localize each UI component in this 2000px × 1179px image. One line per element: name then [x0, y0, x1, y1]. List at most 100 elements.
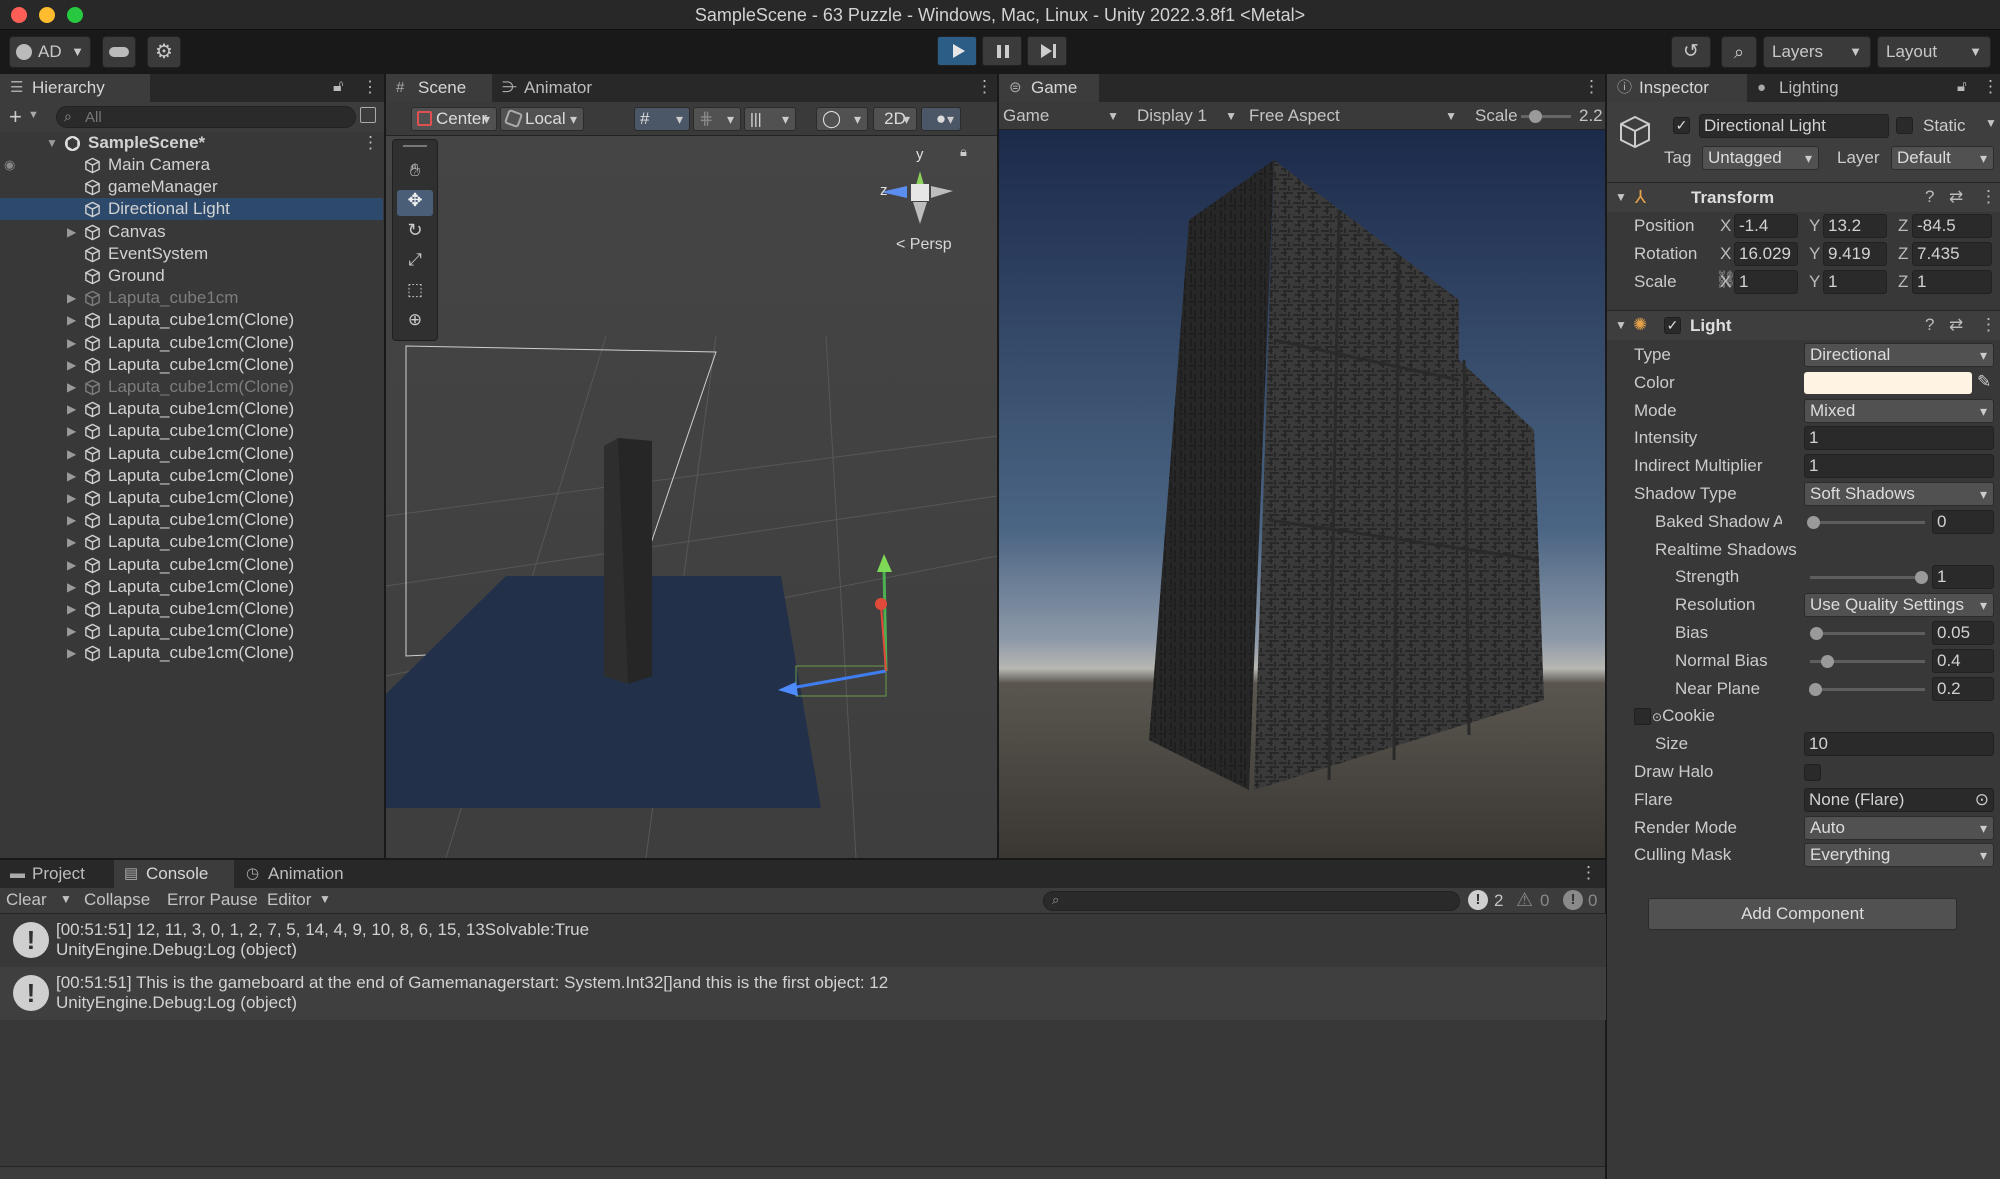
cloud-button[interactable]	[102, 36, 136, 68]
collapse-arrow-icon[interactable]: ▼	[1615, 318, 1627, 332]
expand-arrow-icon[interactable]: ▶	[67, 620, 79, 642]
light-strength-field[interactable]: 1	[1932, 565, 1994, 590]
slider-knob[interactable]	[1807, 515, 1820, 529]
tab-console[interactable]: ▤ Console	[114, 860, 234, 888]
expand-arrow-icon[interactable]: ▶	[67, 287, 79, 309]
expand-arrow-icon[interactable]: ▶	[67, 221, 79, 243]
clear-options-arrow[interactable]: ▼	[60, 892, 72, 906]
hierarchy-item[interactable]: ▶ Laputa_cube1cm(Clone)	[0, 576, 383, 598]
inspector-lock-icon[interactable]: 🔓︎	[1957, 78, 1967, 95]
add-icon[interactable]: +	[9, 104, 22, 130]
expand-arrow-icon[interactable]: ▶	[67, 487, 79, 509]
tab-inspector[interactable]: ⓘ Inspector	[1607, 74, 1747, 102]
expand-arrow-icon[interactable]: ▶	[67, 509, 79, 531]
increment-snap-dropdown[interactable]: ⋕	[693, 107, 741, 131]
chevron-down-icon[interactable]: ▼	[28, 109, 39, 121]
hierarchy-item[interactable]: ▶ Laputa_cube1cm(Clone)	[0, 332, 383, 354]
collapse-button[interactable]: Collapse	[84, 890, 150, 910]
hierarchy-item[interactable]: ▶ Laputa_cube1cm(Clone)	[0, 620, 383, 642]
collapse-arrow-icon[interactable]: ▼	[1615, 190, 1627, 204]
flare-object-field[interactable]: None (Flare) ⊙	[1804, 787, 1994, 812]
transform-rotation-z-field[interactable]: 7.435	[1912, 242, 1992, 266]
space-dropdown[interactable]: Local	[500, 107, 584, 131]
game-viewport[interactable]	[999, 130, 1605, 858]
transform-scale-z-field[interactable]: 1	[1912, 270, 1992, 294]
eyedropper-icon[interactable]: ✎	[1977, 372, 1991, 392]
step-button[interactable]	[1027, 36, 1067, 66]
light-type-dropdown[interactable]: Directional	[1804, 343, 1994, 367]
light-color-swatch[interactable]	[1804, 371, 1972, 394]
shading-dropdown[interactable]: ◯	[816, 107, 868, 131]
light-culling-dropdown[interactable]: Everything	[1804, 843, 1994, 868]
console-search-input[interactable]: ⌕	[1043, 891, 1460, 911]
hierarchy-search-input[interactable]: ⌕ All	[56, 106, 356, 128]
active-checkbox[interactable]: ✓	[1673, 117, 1690, 134]
expand-arrow-icon[interactable]: ▶	[67, 576, 79, 598]
pause-button[interactable]	[982, 36, 1022, 66]
aspect-dropdown[interactable]: Free Aspect ▼	[1249, 104, 1461, 128]
expand-arrow-icon[interactable]: ▶	[67, 420, 79, 442]
hierarchy-item[interactable]: gameManager	[0, 176, 383, 198]
grid-snap-dropdown[interactable]: #	[634, 107, 690, 131]
hierarchy-item[interactable]: ▶ Laputa_cube1cm	[0, 287, 383, 309]
game-view-dropdown[interactable]: Game ▼	[1003, 104, 1123, 128]
scene-root-row[interactable]: ▼ SampleScene* ⋮	[0, 132, 383, 154]
slider-knob[interactable]	[1809, 627, 1823, 640]
light-near-plane-slider[interactable]	[1809, 682, 1925, 696]
expand-arrow-icon[interactable]: ▼	[46, 132, 58, 154]
layout-dropdown[interactable]: Layout ▼	[1877, 36, 1991, 68]
hierarchy-item[interactable]: ▶ Laputa_cube1cm(Clone)	[0, 531, 383, 553]
slider-knob[interactable]	[1821, 654, 1835, 668]
search-button[interactable]: ⌕	[1721, 36, 1757, 68]
expand-arrow-icon[interactable]: ▶	[67, 465, 79, 487]
hierarchy-item[interactable]: ▶ Laputa_cube1cm(Clone)	[0, 642, 383, 664]
pivot-dropdown[interactable]: Center	[411, 107, 497, 131]
log-count-toggle[interactable]: ! 2	[1468, 889, 1510, 913]
hierarchy-item[interactable]: Main Camera	[0, 154, 383, 176]
slider-knob[interactable]	[1915, 571, 1928, 585]
expand-arrow-icon[interactable]: ▶	[67, 642, 79, 664]
console-detail-splitter[interactable]	[0, 1166, 1605, 1179]
scale-slider[interactable]	[1521, 110, 1571, 123]
tab-scene[interactable]: # Scene	[386, 74, 492, 102]
toggle-2d-button[interactable]: 2D	[873, 107, 917, 131]
object-name-field[interactable]: Directional Light	[1699, 114, 1889, 138]
light-intensity-field[interactable]: 1	[1804, 426, 1994, 451]
hierarchy-item[interactable]: Directional Light	[0, 198, 383, 221]
lock-icon[interactable]: 🔓︎	[333, 78, 343, 96]
warning-count-toggle[interactable]: ⚠ 0	[1516, 889, 1558, 913]
tab-lighting[interactable]: ● Lighting	[1747, 74, 1877, 102]
light-render-mode-dropdown[interactable]: Auto	[1804, 815, 1994, 840]
help-icon[interactable]: ?	[1925, 315, 1934, 335]
light-indirect-field[interactable]: 1	[1804, 454, 1994, 479]
hierarchy-item[interactable]: ▶ Laputa_cube1cm(Clone)	[0, 398, 383, 420]
tag-dropdown[interactable]: Untagged	[1702, 146, 1819, 170]
tab-animation[interactable]: ◷ Animation	[236, 860, 372, 888]
expand-arrow-icon[interactable]: ▶	[67, 398, 79, 420]
move-tool-icon[interactable]: ✥	[397, 190, 433, 216]
hierarchy-item[interactable]: ▶ Canvas	[0, 221, 383, 243]
transform-header[interactable]: ▼ ⅄ Transform ? ⇄ ⋮	[1607, 182, 2000, 212]
hierarchy-item[interactable]: ▶ Laputa_cube1cm(Clone)	[0, 487, 383, 509]
rect-tool-icon[interactable]: ⬚	[397, 280, 433, 306]
collab-settings-button[interactable]: ⚙	[147, 36, 181, 68]
layers-dropdown[interactable]: Layers ▼	[1763, 36, 1871, 68]
component-menu-icon[interactable]: ⋮	[1980, 315, 1997, 335]
play-button[interactable]	[937, 36, 977, 66]
display-dropdown[interactable]: Display 1 ▼	[1137, 104, 1241, 128]
kebab-menu-icon[interactable]: ⋮	[362, 77, 378, 97]
light-header[interactable]: ▼ ✺ ✓ Light ? ⇄ ⋮	[1607, 310, 2000, 340]
hierarchy-item[interactable]: ▶ Laputa_cube1cm(Clone)	[0, 554, 383, 576]
light-resolution-dropdown[interactable]: Use Quality Settings	[1804, 593, 1994, 618]
transform-position-x-field[interactable]: -1.4	[1734, 214, 1798, 238]
history-button[interactable]: ↺	[1671, 36, 1711, 68]
transform-tool-icon[interactable]: ⊕	[397, 310, 433, 336]
light-baked-angle-field[interactable]: 0	[1932, 509, 1994, 534]
static-checkbox[interactable]	[1896, 117, 1913, 134]
scene-kebab-icon[interactable]: ⋮	[976, 77, 993, 97]
hand-tool-icon[interactable]: ✋︎	[397, 160, 433, 186]
lighting-toggle-button[interactable]: ●	[921, 107, 961, 131]
expand-arrow-icon[interactable]: ▶	[67, 443, 79, 465]
editor-dropdown-arrow[interactable]: ▼	[319, 892, 331, 906]
hierarchy-item[interactable]: ▶ Laputa_cube1cm(Clone)	[0, 465, 383, 487]
